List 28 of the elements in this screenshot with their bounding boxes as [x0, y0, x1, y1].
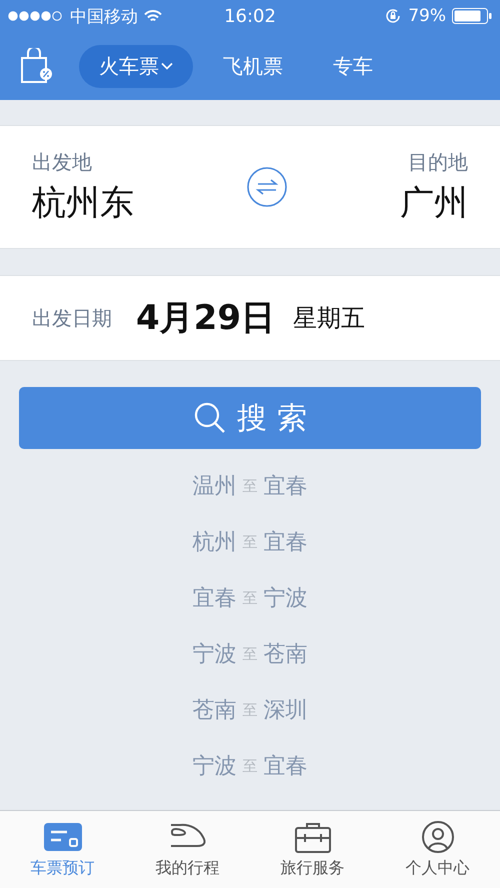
nav-tab[interactable]: 火车票: [79, 44, 193, 88]
from-label: 出发地: [32, 148, 93, 176]
from-station[interactable]: 杭州东: [32, 180, 134, 226]
wifi-icon: [144, 10, 162, 22]
caret-icon: [161, 62, 173, 70]
to-station[interactable]: 广州: [400, 180, 468, 226]
suitcase-icon: [292, 820, 332, 854]
nav-tab[interactable]: 飞机票: [203, 44, 303, 88]
shopping-bag-icon[interactable]: [19, 48, 53, 84]
tab-bar-item[interactable]: 车票预订: [0, 811, 125, 888]
search-icon: [193, 401, 228, 435]
battery-percent: 79%: [408, 6, 446, 26]
tab-bar-item[interactable]: 个人中心: [375, 811, 500, 888]
rotation-lock-icon: [384, 7, 402, 25]
tab-bar-item[interactable]: 我的行程: [125, 811, 250, 888]
swap-icon[interactable]: [246, 166, 288, 208]
ticket-card-icon: [42, 820, 82, 854]
status-time: 16:02: [224, 6, 276, 26]
nav-tab[interactable]: 专车: [313, 44, 393, 88]
carrier-name: 中国移动: [70, 6, 138, 28]
to-label: 目的地: [408, 148, 468, 176]
date-label: 出发日期: [32, 304, 112, 332]
signal-icon: [8, 11, 64, 21]
date-value[interactable]: 4月29日: [136, 295, 275, 341]
battery-icon: [452, 8, 492, 24]
weekday: 星期五: [292, 303, 365, 334]
search-button[interactable]: 搜 索: [19, 387, 481, 449]
tab-bar-item[interactable]: 旅行服务: [250, 811, 375, 888]
